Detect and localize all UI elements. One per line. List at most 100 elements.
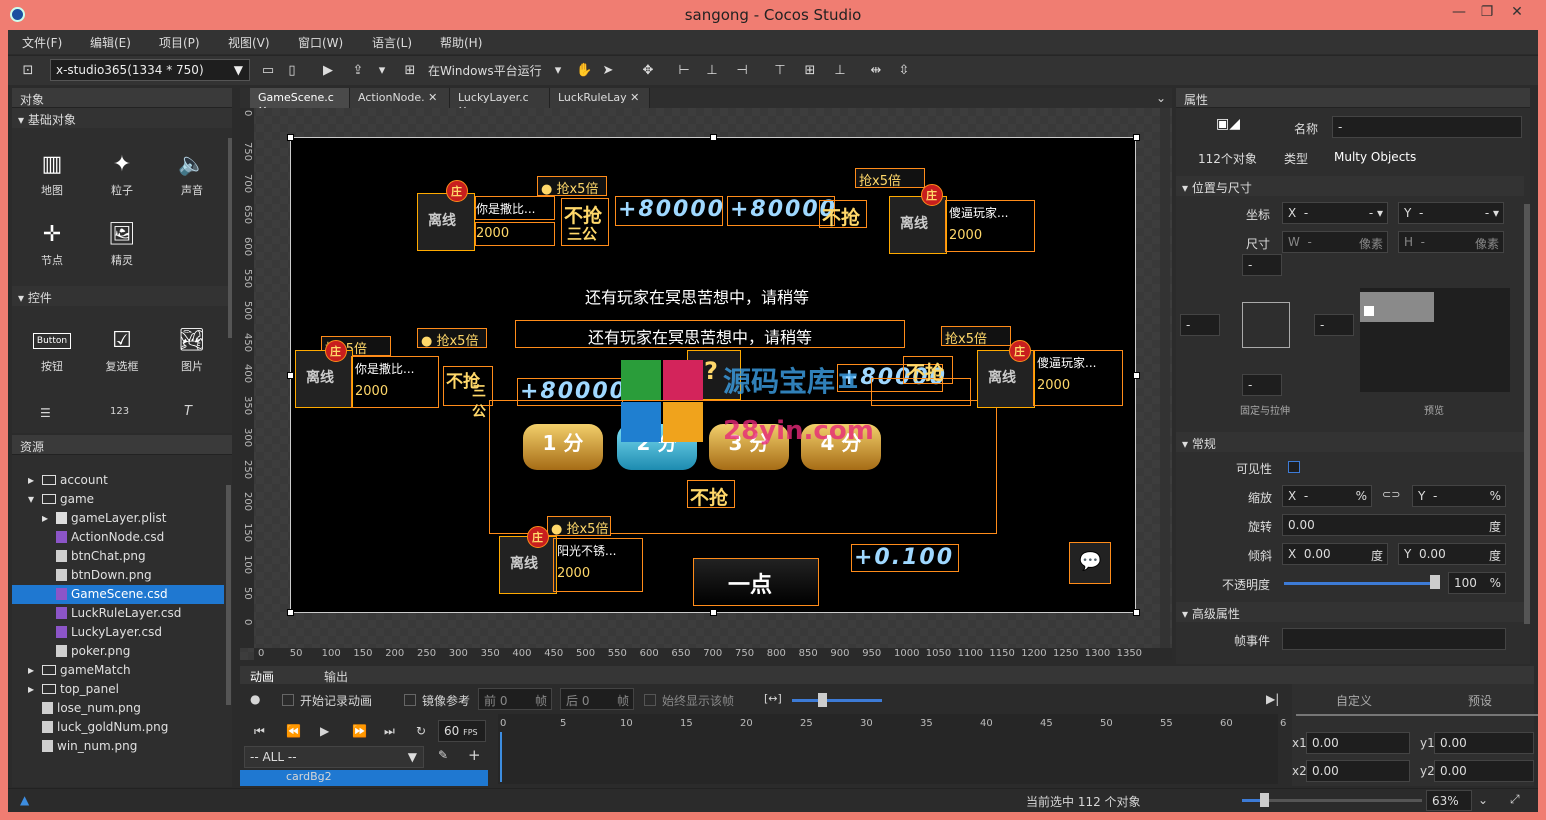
move-icon[interactable]: ✥	[640, 63, 656, 79]
menu-project[interactable]: 项目(P)	[159, 34, 200, 51]
text-icon[interactable]: T	[184, 404, 192, 419]
menu-file[interactable]: 文件(F)	[22, 34, 62, 51]
fps-input[interactable]: 60 FPS	[438, 720, 486, 742]
edit-icon[interactable]: ✎	[438, 748, 448, 762]
portrait-icon[interactable]: ▯	[284, 63, 300, 79]
back-frames-input[interactable]: 后 0帧	[560, 688, 634, 710]
tab-luckrulelayer[interactable]: LuckRuleLay ✕	[550, 88, 650, 108]
record-icon[interactable]: ●	[250, 692, 260, 706]
name-input[interactable]: -	[1332, 116, 1522, 138]
menu-help[interactable]: 帮助(H)	[440, 34, 482, 51]
resource-tree-item[interactable]: ▸ gameMatch	[12, 661, 224, 680]
first-frame-icon[interactable]: ⏮	[254, 724, 265, 739]
anchor-right-input[interactable]: -	[1314, 314, 1354, 336]
resize-handle[interactable]	[710, 609, 717, 616]
zoom-dropdown-icon[interactable]: ⌄	[1478, 793, 1488, 807]
expand-arrow-icon[interactable]: ▸	[28, 661, 42, 680]
resource-tree-item[interactable]: btnDown.png	[12, 566, 224, 585]
fit-screen-icon[interactable]: ⤢	[1510, 792, 1520, 807]
select-tool-icon[interactable]: ➤	[600, 63, 616, 79]
hand-tool-icon[interactable]: ✋	[576, 63, 592, 79]
expand-arrow-icon[interactable]: ▸	[28, 680, 42, 699]
resource-tree-item[interactable]: LuckyLayer.csd	[12, 623, 224, 642]
checkbox-control[interactable]: ☑ 复选框	[92, 324, 152, 374]
play-anim-icon[interactable]: ▶	[320, 724, 329, 738]
y1-input[interactable]: 0.00	[1434, 732, 1534, 754]
general-section[interactable]: ▾ 常规	[1176, 432, 1524, 452]
anchor-box[interactable]	[1242, 302, 1290, 348]
position-y-input[interactable]: Y -- ▾	[1398, 202, 1504, 224]
mirror-checkbox[interactable]	[404, 694, 416, 706]
image-control[interactable]: 🏞 图片	[162, 324, 222, 374]
run-platform-button[interactable]: 在Windows平台运行	[428, 62, 542, 79]
frame-zoom-icon[interactable]: [↔]	[764, 692, 782, 705]
game-stage[interactable]: 离线 庄 你是撒比... 2000 ● 抢x5倍 不抢 三公 +80000 +80…	[287, 134, 1140, 616]
basic-objects-section[interactable]: ▾ 基础对象	[12, 108, 232, 128]
prev-frame-icon[interactable]: ⏪	[286, 724, 301, 738]
resize-handle[interactable]	[1133, 134, 1140, 141]
zoom-slider-thumb[interactable]	[1260, 793, 1269, 807]
add-track-icon[interactable]: +	[468, 746, 481, 764]
record-checkbox[interactable]	[282, 694, 294, 706]
expand-arrow-icon[interactable]: ▸	[42, 509, 56, 528]
player-avatar-2[interactable]: 离线	[889, 196, 947, 254]
zoom-slider[interactable]	[1242, 799, 1422, 802]
play-end-icon[interactable]: ▶|	[1266, 692, 1279, 706]
opacity-input[interactable]: 100%	[1448, 572, 1506, 594]
node-filter-select[interactable]: -- ALL -- ▼	[244, 746, 424, 768]
opacity-slider[interactable]	[1284, 582, 1434, 585]
always-show-checkbox[interactable]	[644, 694, 656, 706]
close-button[interactable]: ✕	[1506, 4, 1528, 24]
timeline-zoom-slider[interactable]	[792, 699, 882, 702]
tab-animation[interactable]: 动画	[250, 668, 274, 685]
resize-handle[interactable]	[287, 134, 294, 141]
resource-tree-item[interactable]: GameScene.csd	[12, 585, 224, 604]
tab-output[interactable]: 输出	[324, 668, 348, 685]
resize-handle[interactable]	[1133, 609, 1140, 616]
align-left-icon[interactable]: ⊢	[676, 63, 692, 79]
warning-icon[interactable]: ▲	[20, 793, 29, 807]
y2-input[interactable]: 0.00	[1434, 760, 1534, 782]
anchor-top-input[interactable]: -	[1242, 254, 1282, 276]
skew-x-input[interactable]: X 0.00 度	[1282, 543, 1388, 565]
resize-handle[interactable]	[710, 134, 717, 141]
distribute-h-icon[interactable]: ⇹	[868, 63, 884, 79]
player-avatar-3[interactable]: 离线	[295, 350, 353, 408]
tab-preset[interactable]: 预设	[1468, 692, 1492, 709]
new-icon[interactable]: ⊡	[20, 63, 36, 79]
playhead[interactable]	[500, 732, 502, 782]
position-x-input[interactable]: X -- ▾	[1282, 202, 1388, 224]
player-avatar-1[interactable]: 离线	[417, 193, 475, 251]
publish-icon[interactable]: ⇪	[350, 63, 366, 79]
resource-tree-item[interactable]: ActionNode.csd	[12, 528, 224, 547]
resolution-select[interactable]: x-studio365(1334 * 750) ▼	[50, 59, 250, 81]
particle-control[interactable]: ✦ 粒子	[92, 148, 152, 198]
resource-tree-item[interactable]: win_num.png	[12, 737, 224, 756]
resource-tree-item[interactable]: btnChat.png	[12, 547, 224, 566]
expand-arrow-icon[interactable]: ▸	[28, 471, 42, 490]
resource-tree-item[interactable]: ▾ game	[12, 490, 224, 509]
sound-control[interactable]: 🔈 声音	[162, 148, 222, 198]
align-center-icon[interactable]: ⊥	[704, 63, 720, 79]
resource-tree-item[interactable]: ▸ top_panel	[12, 680, 224, 699]
chat-button[interactable]: 💬	[1069, 542, 1111, 584]
publish-dropdown-icon[interactable]: ▾	[374, 63, 390, 79]
tab-luckylayer[interactable]: LuckyLayer.c ✕	[450, 88, 550, 117]
properties-scrollbar[interactable]	[1524, 204, 1530, 624]
x2-input[interactable]: 0.00	[1306, 760, 1410, 782]
next-frame-icon[interactable]: ⏩	[352, 724, 367, 738]
tabs-dropdown-icon[interactable]: ⌄	[1156, 91, 1166, 105]
timeline-zoom-thumb[interactable]	[818, 693, 827, 707]
scale-x-input[interactable]: X -%	[1282, 485, 1372, 507]
textfield-icon[interactable]: 123	[110, 406, 129, 417]
resource-tree-item[interactable]: LuckRuleLayer.csd	[12, 604, 224, 623]
link-icon[interactable]: ⊂⊃	[1382, 488, 1400, 501]
resize-handle[interactable]	[1133, 372, 1140, 379]
front-frames-input[interactable]: 前 0帧	[478, 688, 552, 710]
x1-input[interactable]: 0.00	[1306, 732, 1410, 754]
map-control[interactable]: ▥ 地图	[22, 148, 82, 198]
align-right-icon[interactable]: ⊣	[734, 63, 750, 79]
scale-y-input[interactable]: Y -%	[1412, 485, 1506, 507]
controls-section[interactable]: ▾ 控件	[12, 286, 232, 306]
player-avatar-5[interactable]: 离线	[499, 536, 557, 594]
